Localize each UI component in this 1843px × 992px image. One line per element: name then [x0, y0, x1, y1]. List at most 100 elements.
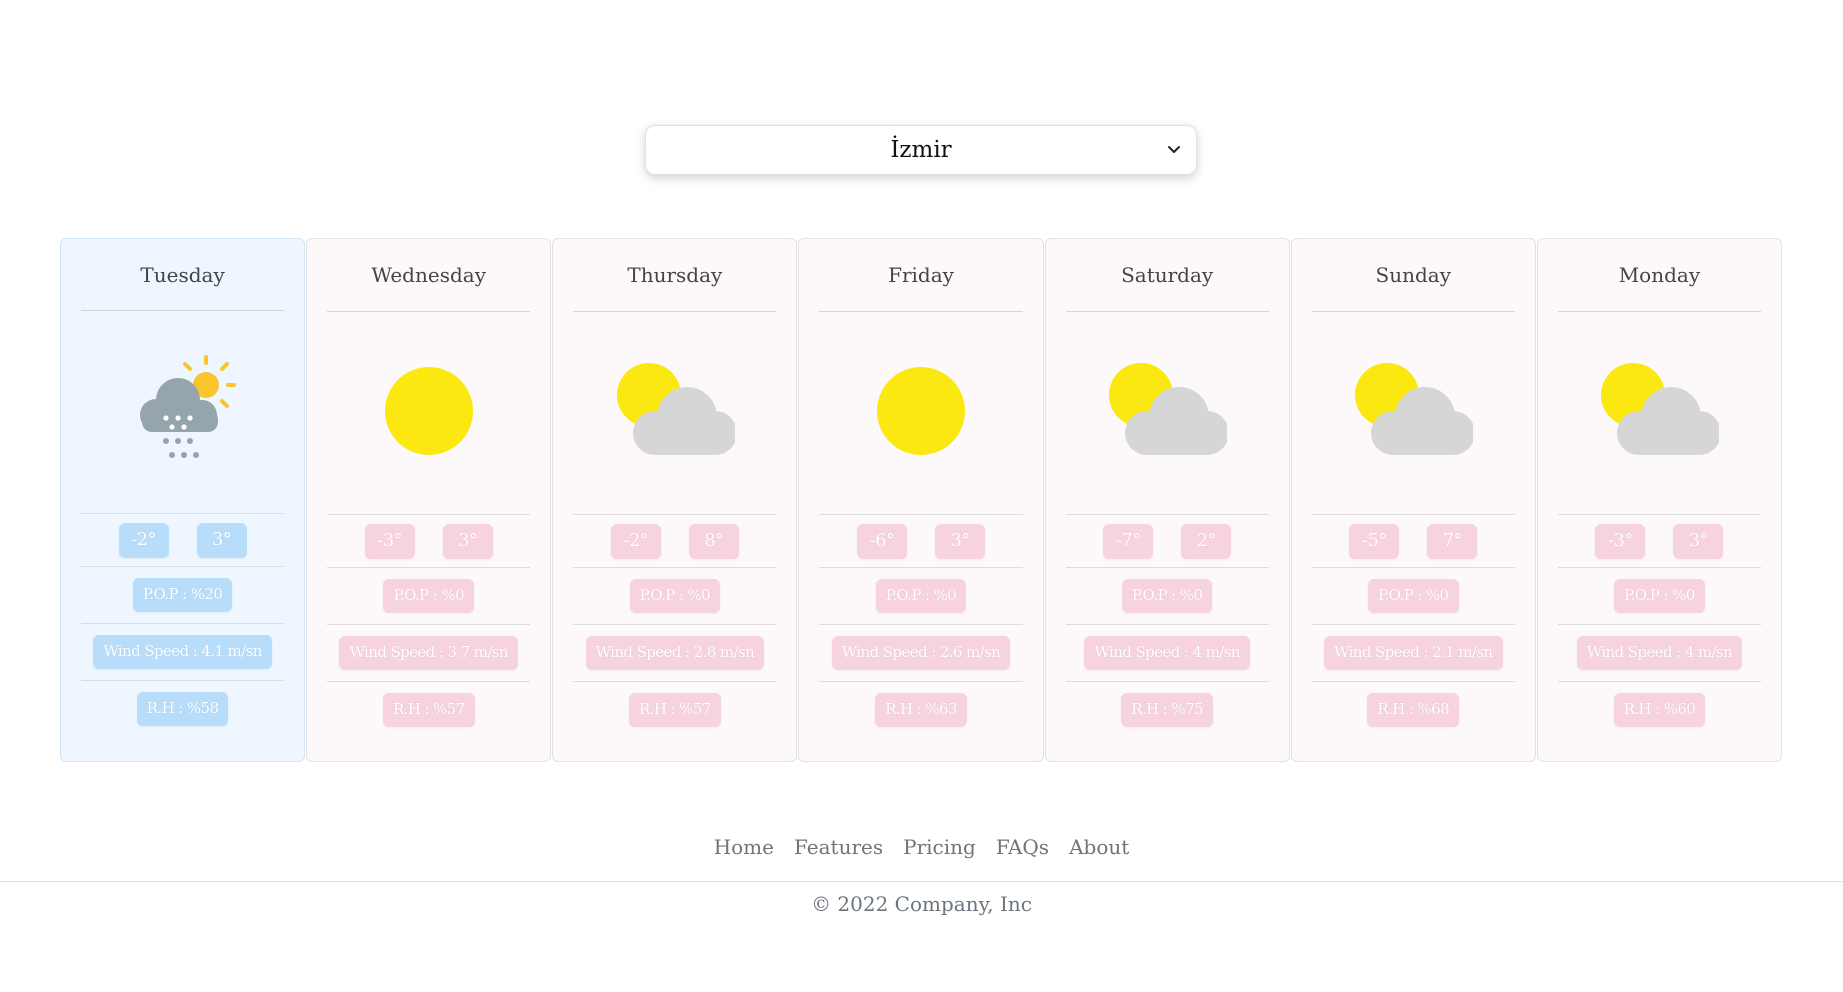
chevron-down-icon [1168, 146, 1180, 153]
pop-row: P.O.P : %0 [1311, 568, 1515, 625]
wind-row: Wind Speed : 4 m/sn [1065, 625, 1269, 682]
card-day: Monday [1557, 239, 1761, 312]
weather-icon-wrap [81, 311, 285, 514]
pop-badge: P.O.P : %20 [132, 578, 233, 612]
forecast-card-wednesday[interactable]: Wednesday -3° 3° P.O.P : %0 Wind Speed : 3.7… [306, 238, 552, 762]
rh-row: R.H : %60 [1558, 682, 1761, 738]
weather-icon-wrap [573, 312, 777, 515]
pop-row: P.O.P : %20 [81, 567, 285, 624]
temperature-row: -3° 3° [327, 515, 531, 568]
humidity-badge: R.H : %58 [136, 692, 229, 726]
pop-badge: P.O.P : %0 [383, 579, 474, 613]
city-select-value: İzmir [890, 137, 952, 163]
rh-row: R.H : %57 [327, 682, 530, 738]
footer-link-home[interactable]: Home [714, 835, 774, 859]
humidity-badge: R.H : %63 [875, 693, 967, 727]
temp-max-badge: 8° [688, 523, 739, 559]
forecast-card-sunday[interactable]: Sunday -5° 7° P.O.P : %0 Wind Speed : 2.1 m/… [1290, 238, 1536, 762]
pop-badge: P.O.P : %0 [629, 579, 721, 613]
pop-row: P.O.P : %0 [573, 568, 777, 625]
temp-min-badge: -3° [364, 523, 415, 559]
weather-icon-wrap [1311, 312, 1515, 515]
temp-min-badge: -2° [610, 523, 661, 559]
forecast-card-friday[interactable]: Friday -6° 3° P.O.P : %0 Wind Speed : 2.6 m/… [798, 238, 1044, 762]
forecast-card-saturday[interactable]: Saturday -7° 2° P.O.P : %0 Wind Speed : 4 m/… [1044, 238, 1290, 762]
wind-speed-badge: Wind Speed : 3.7 m/sn [339, 636, 518, 670]
wind-speed-badge: Wind Speed : 4.1 m/sn [93, 635, 272, 669]
forecast-card-tuesday[interactable]: Tuesday -2° 3° P.O.P : %20 Wind Speed : 4.1 … [60, 238, 306, 762]
rh-row: R.H : %68 [1312, 682, 1515, 738]
weather-icon-wrap [1557, 312, 1761, 515]
wind-row: Wind Speed : 2.1 m/sn [1311, 625, 1515, 682]
footer-link-pricing[interactable]: Pricing [903, 835, 976, 859]
card-day: Tuesday [81, 239, 285, 311]
forecast-card-monday[interactable]: Monday -3° 3° P.O.P : %0 Wind Speed : 4 m/sn… [1536, 238, 1782, 762]
temperature-row: -3° 3° [1557, 515, 1761, 568]
footer-link-faqs[interactable]: FAQs [996, 835, 1049, 859]
weather-icon-wrap [1065, 312, 1269, 515]
temp-min-badge: -7° [1103, 523, 1154, 559]
wind-row: Wind Speed : 2.6 m/sn [819, 625, 1023, 682]
rh-row: R.H : %57 [573, 682, 776, 738]
copyright: © 2022 Company, Inc [811, 892, 1032, 916]
temp-max-badge: 2° [1181, 523, 1232, 559]
temperature-row: -2° 8° [573, 515, 777, 568]
wind-speed-badge: Wind Speed : 2.1 m/sn [1324, 636, 1503, 670]
partly-cloudy-icon [1599, 361, 1722, 465]
forecast-card-thursday[interactable]: Thursday -2° 8° P.O.P : %0 Wind Speed : 2.8 … [552, 238, 798, 762]
rh-row: R.H : %75 [1066, 682, 1269, 738]
wind-speed-badge: Wind Speed : 2.8 m/sn [585, 636, 765, 670]
temp-max-badge: 3° [196, 522, 247, 558]
card-day: Wednesday [327, 239, 531, 312]
card-day: Friday [819, 239, 1023, 312]
forecast-cards: Tuesday -2° 3° P.O.P : %20 Wind Speed : 4.1 … [60, 238, 1783, 762]
temp-min-badge: -2° [118, 522, 169, 558]
temp-min-badge: -5° [1349, 523, 1400, 559]
wind-speed-badge: Wind Speed : 2.6 m/sn [831, 636, 1011, 670]
wind-speed-badge: Wind Speed : 4 m/sn [1084, 636, 1250, 670]
card-day: Saturday [1065, 239, 1269, 312]
humidity-badge: R.H : %57 [629, 693, 721, 727]
humidity-badge: R.H : %68 [1367, 693, 1460, 727]
rh-row: R.H : %63 [819, 682, 1022, 738]
footer-divider [0, 881, 1843, 882]
wind-row: Wind Speed : 2.8 m/sn [573, 625, 777, 682]
card-day: Sunday [1311, 239, 1515, 312]
temperature-row: -7° 2° [1065, 515, 1269, 568]
temp-max-badge: 3° [1673, 523, 1724, 559]
temperature-row: -5° 7° [1311, 515, 1515, 568]
temp-max-badge: 7° [1427, 523, 1478, 559]
wind-row: Wind Speed : 4 m/sn [1557, 625, 1761, 682]
city-select[interactable]: İzmir [645, 125, 1197, 175]
temp-min-badge: -6° [856, 523, 907, 559]
temperature-row: -2° 3° [81, 514, 285, 567]
pop-badge: P.O.P : %0 [1121, 579, 1213, 613]
sun-icon [871, 361, 971, 465]
wind-row: Wind Speed : 4.1 m/sn [81, 624, 285, 681]
weather-icon-wrap [819, 312, 1023, 515]
pop-row: P.O.P : %0 [1557, 568, 1761, 625]
pop-badge: P.O.P : %0 [1614, 579, 1705, 613]
partly-cloudy-icon [615, 361, 737, 465]
footer-link-features[interactable]: Features [794, 835, 883, 859]
card-day: Thursday [573, 239, 777, 312]
sun-icon [379, 361, 479, 465]
footer-link-about[interactable]: About [1069, 835, 1129, 859]
weather-page: İzmir Tuesday -2° 3° P.O.P : %20 Wind Speed … [0, 0, 1843, 992]
humidity-badge: R.H : %60 [1613, 693, 1706, 727]
pop-row: P.O.P : %0 [327, 568, 531, 625]
pop-row: P.O.P : %0 [1065, 568, 1269, 625]
rh-row: R.H : %58 [81, 681, 284, 737]
humidity-badge: R.H : %57 [382, 693, 475, 727]
snow-sun-icon [128, 355, 238, 469]
temp-max-badge: 3° [442, 523, 493, 559]
partly-cloudy-icon [1353, 361, 1476, 465]
weather-icon-wrap [327, 312, 531, 515]
footer-nav: Home Features Pricing FAQs About [0, 835, 1843, 859]
wind-row: Wind Speed : 3.7 m/sn [327, 625, 531, 682]
pop-badge: P.O.P : %0 [875, 579, 967, 613]
partly-cloudy-icon [1107, 361, 1230, 465]
temperature-row: -6° 3° [819, 515, 1023, 568]
pop-row: P.O.P : %0 [819, 568, 1023, 625]
humidity-badge: R.H : %75 [1121, 693, 1213, 727]
